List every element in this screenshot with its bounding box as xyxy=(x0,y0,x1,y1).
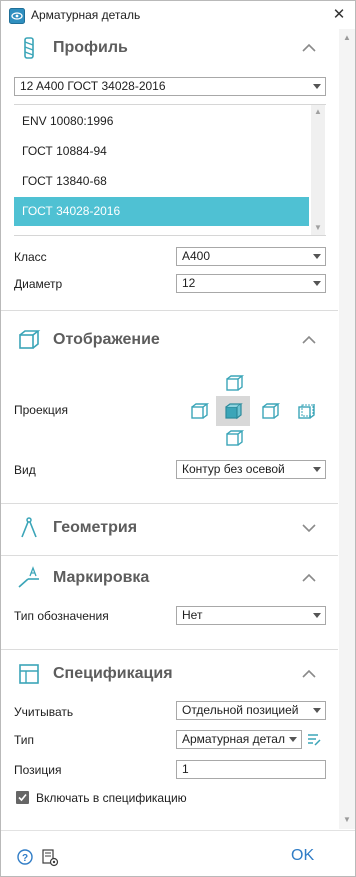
section-marking-title: Маркировка xyxy=(53,569,150,586)
list-item[interactable]: ГОСТ 13840-68 xyxy=(14,167,309,196)
list-item[interactable]: ENV 10080:1996 xyxy=(14,107,309,136)
designation-type-value: Нет xyxy=(182,608,203,622)
properties-panel: Профиль 12 A400 ГОСТ 34028-2016 ENV 1008… xyxy=(1,29,338,829)
type-select-value: Арматурная детал xyxy=(182,732,285,746)
include-in-spec-checkbox[interactable] xyxy=(16,791,29,804)
dropdown-caret-icon xyxy=(313,708,321,713)
class-label: Класс xyxy=(14,250,47,264)
diameter-select[interactable]: 12 xyxy=(176,274,326,293)
dropdown-caret-icon xyxy=(313,84,321,89)
section-specification-header[interactable]: Спецификация xyxy=(1,657,338,691)
scroll-up-icon[interactable]: ▲ xyxy=(339,31,355,45)
checkmark-icon xyxy=(18,793,27,802)
ok-button[interactable]: OK xyxy=(291,847,314,865)
scroll-down-icon[interactable]: ▼ xyxy=(311,221,325,235)
list-scrollbar[interactable]: ▲ ▼ xyxy=(311,105,325,235)
dropdown-caret-icon xyxy=(313,467,321,472)
compass-icon xyxy=(21,517,37,538)
close-button[interactable]: ✕ xyxy=(328,4,350,26)
chevron-up-icon[interactable] xyxy=(299,40,319,56)
section-divider xyxy=(1,503,338,504)
view-select[interactable]: Контур без осевой xyxy=(176,460,326,479)
class-select-value: A400 xyxy=(182,249,211,263)
projection-front-icon xyxy=(225,403,243,420)
dropdown-caret-icon xyxy=(313,613,321,618)
section-profile-header[interactable]: Профиль xyxy=(1,31,338,65)
section-display-title: Отображение xyxy=(53,331,160,348)
view-label: Вид xyxy=(14,463,36,477)
leader-label-icon xyxy=(18,566,39,588)
projection-label: Проекция xyxy=(14,403,68,417)
section-divider xyxy=(1,310,338,311)
section-divider xyxy=(1,555,338,556)
projection-right-icon[interactable] xyxy=(259,400,281,422)
section-geometry-title: Геометрия xyxy=(53,519,138,536)
svg-text:?: ? xyxy=(22,853,28,864)
account-select-value: Отдельной позицией xyxy=(182,703,299,717)
projection-bottom-icon[interactable] xyxy=(223,427,245,449)
list-item[interactable]: ГОСТ 10884-94 xyxy=(14,137,309,166)
chevron-up-icon[interactable] xyxy=(299,332,319,348)
diameter-label: Диаметр xyxy=(14,277,63,291)
standard-select-value: 12 A400 ГОСТ 34028-2016 xyxy=(20,79,166,93)
help-icon[interactable]: ? xyxy=(17,849,33,865)
scroll-down-icon[interactable]: ▼ xyxy=(339,813,355,827)
dialog-window: Арматурная деталь ✕ Профиль 12 A400 ГОСТ… xyxy=(0,0,356,877)
position-input[interactable]: 1 xyxy=(176,760,326,779)
designation-type-label: Тип обозначения xyxy=(14,609,109,623)
view-select-value: Контур без осевой xyxy=(182,462,285,476)
account-label: Учитывать xyxy=(14,705,74,719)
include-in-spec-label[interactable]: Включать в спецификацию xyxy=(36,791,187,805)
section-profile-title: Профиль xyxy=(53,39,128,56)
cube-icon xyxy=(19,330,41,349)
app-icon xyxy=(9,8,25,24)
projection-back-icon[interactable] xyxy=(295,400,317,422)
account-select[interactable]: Отдельной позицией xyxy=(176,701,326,720)
list-item-selected[interactable]: ГОСТ 34028-2016 xyxy=(14,197,309,226)
section-divider xyxy=(1,649,338,650)
section-display-header[interactable]: Отображение xyxy=(1,323,338,357)
class-select[interactable]: A400 xyxy=(176,247,326,266)
window-title: Арматурная деталь xyxy=(31,8,141,22)
dropdown-caret-icon xyxy=(313,254,321,259)
panel-scrollbar[interactable]: ▲ ▼ xyxy=(339,29,355,829)
chevron-down-icon[interactable] xyxy=(299,520,319,536)
scroll-up-icon[interactable]: ▲ xyxy=(311,105,325,119)
type-select[interactable]: Арматурная детал xyxy=(176,730,302,749)
projection-left-icon[interactable] xyxy=(188,400,210,422)
dropdown-caret-icon xyxy=(289,737,297,742)
projection-front-button[interactable] xyxy=(216,396,250,426)
standards-list[interactable]: ENV 10080:1996 ГОСТ 10884-94 ГОСТ 13840-… xyxy=(14,104,326,236)
section-geometry-header[interactable]: Геометрия xyxy=(1,511,338,545)
dialog-footer: ? OK xyxy=(1,830,355,876)
title-bar: Арматурная деталь ✕ xyxy=(1,1,355,29)
dropdown-caret-icon xyxy=(313,281,321,286)
designation-type-select[interactable]: Нет xyxy=(176,606,326,625)
diameter-select-value: 12 xyxy=(182,276,196,290)
document-settings-icon[interactable] xyxy=(41,849,59,867)
rebar-icon xyxy=(24,37,34,59)
standard-select[interactable]: 12 A400 ГОСТ 34028-2016 xyxy=(14,77,326,96)
section-marking-header[interactable]: Маркировка xyxy=(1,561,338,595)
projection-top-icon[interactable] xyxy=(223,372,245,394)
section-specification-title: Спецификация xyxy=(53,665,173,682)
position-label: Позиция xyxy=(14,763,62,777)
chevron-up-icon[interactable] xyxy=(299,666,319,682)
chevron-up-icon[interactable] xyxy=(299,570,319,586)
position-input-value: 1 xyxy=(182,762,189,776)
table-icon xyxy=(19,664,39,684)
type-label: Тип xyxy=(14,733,35,747)
edit-list-icon[interactable] xyxy=(307,732,321,746)
